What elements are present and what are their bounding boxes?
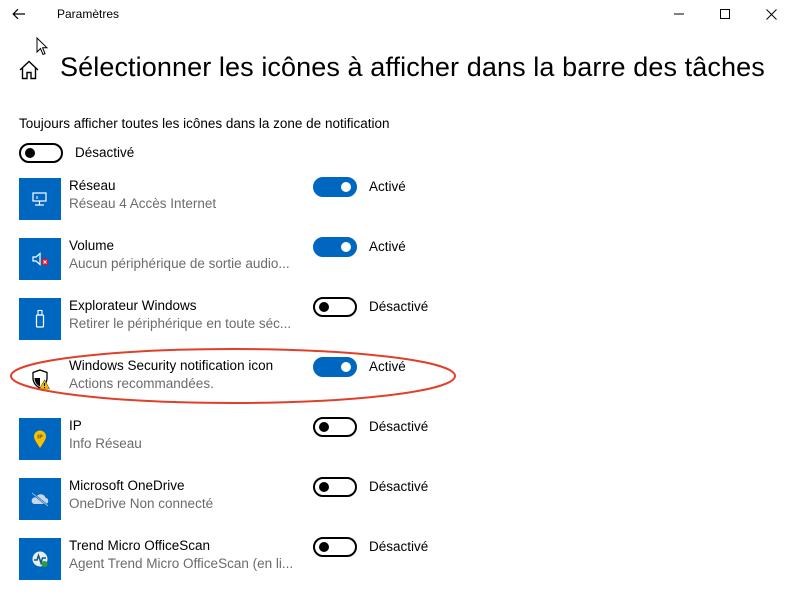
item-toggle[interactable] (313, 297, 357, 317)
item-description: Agent Trend Micro OfficeScan (en li... (69, 556, 294, 571)
item-toggle[interactable] (313, 477, 357, 497)
item-name: IP (69, 418, 82, 433)
home-icon[interactable] (17, 58, 41, 82)
item-description: Réseau 4 Accès Internet (69, 196, 217, 211)
shield-warning-icon (19, 358, 61, 400)
app-title: Paramètres (57, 7, 120, 21)
item-name: Trend Micro OfficeScan (69, 538, 211, 553)
item-name: Microsoft OneDrive (69, 478, 185, 493)
item-toggle[interactable] (313, 177, 357, 197)
volume-muted-icon (19, 238, 61, 280)
onedrive-icon (19, 478, 61, 520)
item-description: Aucun périphérique de sortie audio... (69, 256, 290, 271)
always-show-toggle[interactable] (19, 143, 63, 163)
item-state: Désactivé (369, 299, 429, 314)
list-item-ip: IP IP Info Réseau Désactivé (19, 417, 499, 462)
item-name: Volume (69, 238, 115, 253)
always-show-state: Désactivé (75, 145, 135, 160)
minimize-button[interactable] (656, 0, 702, 28)
svg-text:IP: IP (37, 435, 43, 441)
item-state: Désactivé (369, 479, 429, 494)
always-show-label: Toujours afficher toutes les icônes dans… (19, 116, 390, 131)
ip-pin-icon: IP (19, 418, 61, 460)
item-toggle[interactable] (313, 417, 357, 437)
item-description: Retirer le périphérique en toute séc... (69, 316, 292, 331)
item-name: Réseau (69, 178, 116, 193)
item-state: Désactivé (369, 419, 429, 434)
maximize-button[interactable] (702, 0, 748, 28)
list-item-windows-security: Windows Security notification icon Actio… (19, 357, 499, 402)
title-bar: Paramètres (0, 0, 796, 30)
usb-icon (19, 298, 61, 340)
item-description: Info Réseau (69, 436, 142, 451)
close-icon (765, 8, 777, 20)
item-toggle[interactable] (313, 237, 357, 257)
item-name: Explorateur Windows (69, 298, 197, 313)
item-state: Désactivé (369, 539, 429, 554)
list-item-reseau: Réseau Réseau 4 Accès Internet Activé (19, 177, 499, 222)
arrow-left-icon (12, 8, 25, 20)
mouse-cursor-icon (36, 37, 48, 56)
maximize-icon (720, 9, 730, 19)
list-item-onedrive: Microsoft OneDrive OneDrive Non connecté… (19, 477, 499, 522)
item-toggle[interactable] (313, 537, 357, 557)
list-item-volume: Volume Aucun périphérique de sortie audi… (19, 237, 499, 282)
item-state: Activé (369, 359, 406, 374)
network-icon (19, 178, 61, 220)
trend-micro-icon (19, 538, 61, 580)
item-toggle[interactable] (313, 357, 357, 377)
back-button[interactable] (4, 0, 34, 28)
item-name: Windows Security notification icon (69, 358, 274, 373)
item-state: Activé (369, 239, 406, 254)
list-item-explorateur: Explorateur Windows Retirer le périphéri… (19, 297, 499, 342)
minimize-icon (674, 13, 684, 15)
list-item-trend-micro: Trend Micro OfficeScan Agent Trend Micro… (19, 537, 499, 582)
close-button[interactable] (748, 0, 794, 28)
item-description: Actions recommandées. (69, 376, 214, 391)
item-description: OneDrive Non connecté (69, 496, 214, 511)
item-state: Activé (369, 179, 406, 194)
page-title: Sélectionner les icônes à afficher dans … (60, 52, 765, 82)
